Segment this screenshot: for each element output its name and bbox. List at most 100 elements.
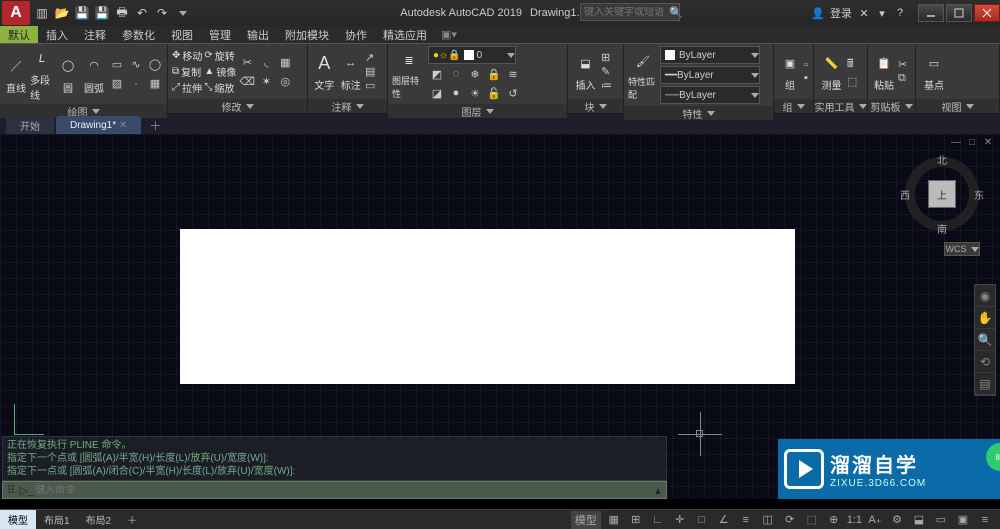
qat-undo-icon[interactable]: ↶: [134, 5, 150, 21]
copy-button[interactable]: ⧉ 复制: [172, 64, 202, 79]
mirror-button[interactable]: ▲ 镜像: [204, 64, 236, 79]
ortho-toggle-icon[interactable]: ∟: [649, 511, 667, 529]
match-props-button[interactable]: 🖌特性匹配: [628, 49, 658, 101]
nav-orbit-icon[interactable]: ⟲: [975, 351, 995, 373]
color-dropdown[interactable]: ByLayer: [660, 46, 760, 64]
table-icon[interactable]: ▤: [365, 65, 383, 78]
nav-zoom-icon[interactable]: 🔍: [975, 329, 995, 351]
tab-insert[interactable]: 插入: [38, 26, 76, 43]
layer-prev-icon[interactable]: ↺: [504, 84, 522, 102]
tab-featured[interactable]: 精选应用: [375, 26, 435, 43]
scale-button[interactable]: ⤡ 缩放: [204, 80, 236, 95]
field-icon[interactable]: ▭: [365, 79, 383, 92]
help-search[interactable]: 🔍: [580, 3, 680, 21]
start-tab[interactable]: 开始: [6, 116, 54, 134]
spline-icon[interactable]: ∿: [127, 56, 145, 74]
array-icon[interactable]: ▦: [276, 53, 294, 71]
polar-toggle-icon[interactable]: ✛: [671, 511, 689, 529]
new-tab-button[interactable]: ＋: [143, 117, 167, 134]
erase-icon[interactable]: ⌫: [238, 72, 256, 90]
maximize-button[interactable]: [946, 4, 972, 22]
qat-open-icon[interactable]: 📂: [54, 5, 70, 21]
create-block-icon[interactable]: ⊞: [601, 51, 619, 64]
customize-icon[interactable]: ≡: [976, 511, 994, 529]
tab-expander-icon[interactable]: ▣▾: [441, 28, 457, 41]
app-menu-button[interactable]: A: [2, 1, 30, 25]
layout2-tab[interactable]: 布局2: [78, 510, 120, 529]
layer-on-icon[interactable]: ●: [447, 84, 465, 102]
ellipse-icon[interactable]: ◯: [146, 56, 164, 74]
layer-thaw-icon[interactable]: ☀: [466, 84, 484, 102]
layer-unlock-icon[interactable]: 🔓: [485, 84, 503, 102]
panel-util-title[interactable]: 实用工具: [815, 99, 855, 114]
layer-freeze-icon[interactable]: ❄: [466, 65, 484, 83]
gear-icon[interactable]: ⚙: [888, 511, 906, 529]
paste-button[interactable]: 📋粘贴: [872, 51, 896, 92]
doc-max-icon[interactable]: □: [966, 136, 978, 148]
copy-clip-icon[interactable]: ⧉: [898, 72, 914, 85]
cmd-recent-icon[interactable]: ▴: [650, 484, 666, 497]
nav-wheel-icon[interactable]: ◉: [975, 285, 995, 307]
app-dropdown-icon[interactable]: ▾: [874, 5, 890, 21]
help-icon[interactable]: ?: [892, 5, 908, 21]
insert-block-button[interactable]: ⬓插入: [572, 51, 599, 92]
region-icon[interactable]: ▦: [146, 75, 164, 93]
tab-annotate[interactable]: 注释: [76, 26, 114, 43]
cut-icon[interactable]: ✂: [898, 58, 914, 71]
layer-props-button[interactable]: ≣图层特性: [392, 48, 426, 100]
layer-uniso-icon[interactable]: ◪: [428, 84, 446, 102]
panel-prop-title[interactable]: 特性: [683, 106, 703, 121]
layer-lock-icon[interactable]: 🔒: [485, 65, 503, 83]
circle-button[interactable]: ◯圆: [56, 54, 80, 95]
cycle-icon[interactable]: ⟳: [781, 511, 799, 529]
a360-icon[interactable]: ✕: [856, 5, 872, 21]
stretch-button[interactable]: ⤢ 拉伸: [172, 80, 202, 95]
layer-match-icon[interactable]: ≋: [504, 65, 522, 83]
search-icon[interactable]: 🔍: [669, 6, 683, 19]
rotate-button[interactable]: ⟳ 旋转: [204, 48, 236, 63]
close-button[interactable]: [974, 4, 1000, 22]
linetype-dropdown[interactable]: ── ByLayer: [660, 86, 760, 104]
snap-toggle-icon[interactable]: ⊞: [627, 511, 645, 529]
command-line[interactable]: ⠿ ▷_ ▴: [2, 481, 667, 499]
user-icon[interactable]: 👤: [810, 5, 826, 21]
tab-parametric[interactable]: 参数化: [114, 26, 163, 43]
viewcube[interactable]: 上 北 南 东 西: [902, 154, 982, 234]
scale-label[interactable]: 1:1: [847, 511, 862, 529]
qat-redo-icon[interactable]: ↷: [154, 5, 170, 21]
qat-save-icon[interactable]: 💾: [74, 5, 90, 21]
cmd-handle-icon[interactable]: ⠿: [3, 484, 19, 497]
qat-more-icon[interactable]: [174, 5, 190, 21]
panel-clip-title[interactable]: 剪贴板: [871, 99, 901, 114]
osnap-toggle-icon[interactable]: □: [693, 511, 711, 529]
base-button[interactable]: ▭基点: [920, 51, 948, 92]
offset-icon[interactable]: ◎: [276, 72, 294, 90]
nav-pan-icon[interactable]: ✋: [975, 307, 995, 329]
close-tab-icon[interactable]: ✕: [119, 120, 127, 131]
help-search-input[interactable]: [581, 7, 669, 18]
tab-view[interactable]: 视图: [163, 26, 201, 43]
polyline-button[interactable]: 𝘓多段线: [30, 46, 54, 102]
login-label[interactable]: 登录: [830, 5, 852, 21]
layer-dropdown[interactable]: ● ☼ 🔒 0: [428, 46, 516, 64]
tab-addins[interactable]: 附加模块: [277, 26, 337, 43]
monitor-icon[interactable]: ▭: [932, 511, 950, 529]
fillet-icon[interactable]: ◟: [257, 53, 275, 71]
lwt-toggle-icon[interactable]: ≡: [737, 511, 755, 529]
rect-icon[interactable]: ▭: [108, 56, 126, 74]
line-button[interactable]: ／直线: [4, 54, 28, 95]
edit-block-icon[interactable]: ✎: [601, 65, 619, 78]
drawing-tab[interactable]: Drawing1* ✕: [56, 116, 141, 134]
panel-modify-title[interactable]: 修改: [222, 99, 242, 114]
model-tab[interactable]: 模型: [0, 510, 36, 529]
panel-view-title[interactable]: 视图: [942, 99, 962, 114]
tab-manage[interactable]: 管理: [201, 26, 239, 43]
viewcube-top[interactable]: 上: [928, 180, 956, 208]
explode-icon[interactable]: ✶: [257, 72, 275, 90]
panel-block-title[interactable]: 块: [585, 99, 595, 114]
qat-plot-icon[interactable]: 🖶: [114, 5, 130, 21]
calc-icon[interactable]: 🖩: [847, 55, 863, 74]
text-button[interactable]: A文字: [312, 51, 337, 92]
dim-button[interactable]: ↔标注: [339, 51, 364, 92]
point-icon[interactable]: ∙: [127, 75, 145, 93]
